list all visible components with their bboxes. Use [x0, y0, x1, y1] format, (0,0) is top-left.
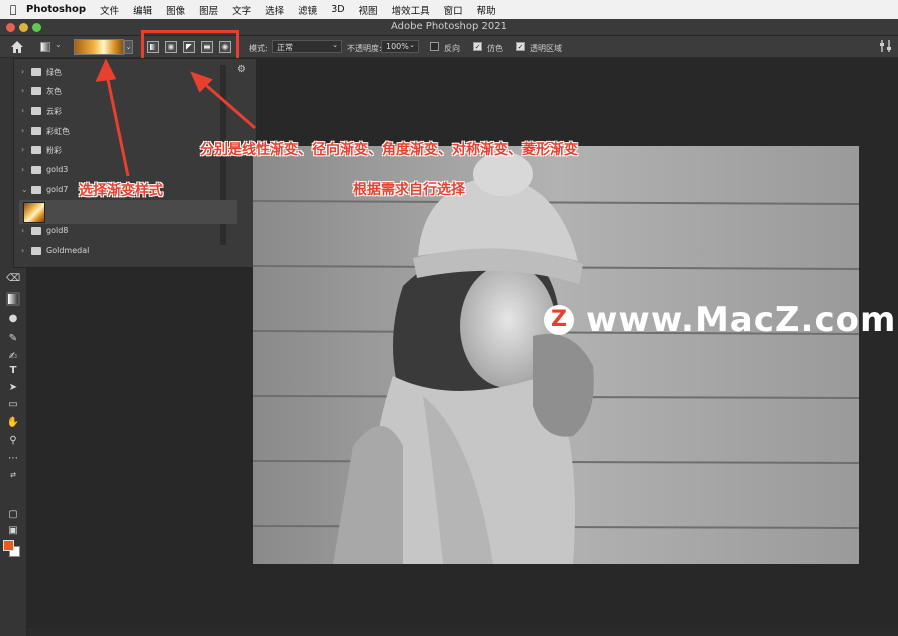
watermark: Z www.MacZ.com: [544, 300, 896, 340]
status-bar: [27, 628, 898, 636]
annotation-choose-as-needed: 根据需求自行选择: [353, 182, 465, 198]
foreground-color-swatch[interactable]: [3, 540, 14, 551]
annotation-gradient-types: 分别是线性渐变、径向渐变、角度渐变、对称渐变、菱形渐变: [200, 142, 578, 158]
watermark-text: www.MacZ.com: [586, 300, 897, 340]
annotation-select-style: 选择渐变样式: [79, 183, 163, 199]
watermark-logo: Z: [544, 305, 574, 335]
